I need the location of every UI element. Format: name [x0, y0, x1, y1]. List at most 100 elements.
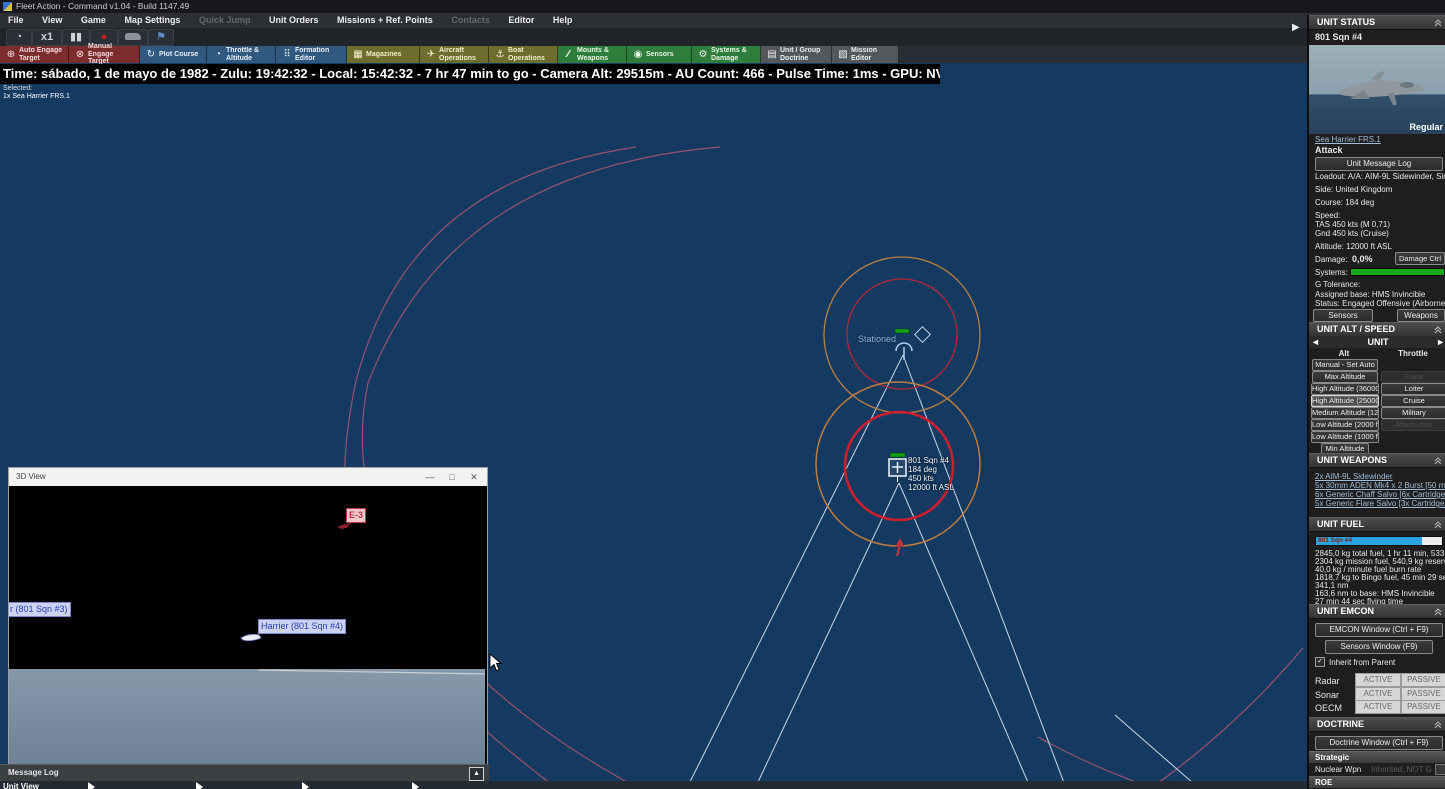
sensors-panel-button[interactable]: Sensors — [1313, 309, 1373, 322]
weapons-panel-button[interactable]: Weapons — [1397, 309, 1445, 322]
maximize-icon[interactable]: □ — [441, 468, 463, 486]
throttle-cruise-button[interactable]: Cruise — [1381, 395, 1445, 407]
menu-editor[interactable]: Editor — [500, 13, 542, 28]
plot-course-button[interactable]: ↻Plot Course — [140, 46, 207, 63]
alt-max-button[interactable]: Max Altitude — [1312, 371, 1378, 383]
weapon-item-link[interactable]: 2x AIM-9L Sidewinder — [1315, 472, 1393, 481]
sensors-button[interactable]: ◉Sensors — [627, 46, 692, 63]
fuel-gauge-label: 801 Sqn #4 — [1318, 537, 1352, 545]
3d-view-canvas[interactable]: E-3 r (801 Sqn #3) Harrier (801 Sqn #4) — [9, 486, 485, 777]
flag-icon[interactable]: ⚑ — [148, 29, 174, 46]
alt-high-25000-button[interactable]: High Altitude (25000 ft) — [1311, 395, 1379, 407]
nuclear-wpn-dropdown-button[interactable] — [1435, 764, 1445, 775]
alt-high-36000-button[interactable]: High Altitude (36000 ft) — [1311, 383, 1379, 395]
radar-active-button[interactable]: ACTIVE — [1355, 673, 1401, 687]
expand-log-icon[interactable]: ▲ — [469, 767, 484, 781]
3d-view-window[interactable]: 3D View — □ ✕ E-3 r (801 Sqn #3) Harrier… — [8, 467, 488, 780]
menu-game[interactable]: Game — [73, 13, 114, 28]
unit-course: 184 deg — [908, 465, 954, 474]
collapse-chevrons-icon[interactable] — [1434, 608, 1442, 616]
damage-ctrl-button[interactable]: Damage Ctrl — [1395, 252, 1445, 265]
oecm-active-button[interactable]: ACTIVE — [1355, 700, 1401, 714]
menu-file[interactable]: File — [0, 13, 32, 28]
fuel-gauge-bar: 801 Sqn #4 — [1315, 536, 1443, 546]
mounts-weapons-button[interactable]: ∕∕∕Mounts & Weapons — [558, 46, 627, 63]
quickbar-arrow-icon[interactable] — [412, 782, 419, 789]
unit-label-801-sqn-3[interactable]: r (801 Sqn #3) — [9, 602, 71, 617]
pause-icon[interactable]: ▮▮ — [62, 29, 90, 46]
alt-medium-12000-button[interactable]: Medium Altitude (1200 — [1311, 407, 1379, 419]
sensors-window-button[interactable]: Sensors Window (F9) — [1325, 640, 1433, 654]
collapse-chevrons-icon[interactable] — [1434, 457, 1442, 465]
quickbar-arrow-icon[interactable] — [88, 782, 95, 789]
throttle-loiter-button[interactable]: Loiter — [1381, 383, 1445, 395]
unit-alt-speed-header[interactable]: UNIT ALT / SPEED — [1309, 322, 1445, 337]
scope-left-arrow-icon[interactable]: ◄ — [1311, 336, 1320, 348]
aircraft-operations-button[interactable]: ✈Aircraft Operations — [420, 46, 489, 63]
collapse-chevrons-icon[interactable] — [1434, 521, 1442, 529]
menu-view[interactable]: View — [34, 13, 70, 28]
oecm-passive-button[interactable]: PASSIVE — [1401, 700, 1445, 714]
collapse-chevrons-icon[interactable] — [1434, 326, 1442, 334]
unit-group-doctrine-button[interactable]: ▤Unit / Group Doctrine — [761, 46, 832, 63]
minimize-icon[interactable]: — — [419, 468, 441, 486]
scope-right-arrow-icon[interactable]: ► — [1436, 336, 1445, 348]
unit-emcon-header[interactable]: UNIT EMCON — [1309, 604, 1445, 619]
message-log-bar[interactable]: Message Log ▲ — [0, 764, 489, 782]
unit-label-801-sqn-4[interactable]: Harrier (801 Sqn #4) — [258, 619, 346, 634]
app-icon — [3, 2, 12, 11]
doctrine-window-button[interactable]: Doctrine Window (Ctrl + F9) — [1315, 736, 1443, 750]
app-window: 0 1 3 4 Nautical miles Stationed 801 Sqn… — [0, 0, 1445, 789]
mission-editor-button[interactable]: ▨Mission Editor — [832, 46, 899, 63]
manual-engage-target-button[interactable]: ⊗Manual Engage Target — [69, 46, 140, 63]
inherit-from-parent-checkbox[interactable]: ✓ — [1315, 657, 1325, 667]
doctrine-header[interactable]: DOCTRINE — [1309, 717, 1445, 732]
throttle-military-button[interactable]: Military — [1381, 407, 1445, 419]
close-icon[interactable]: ✕ — [463, 468, 485, 486]
3d-view-title: 3D View — [9, 472, 46, 481]
systems-damage-button[interactable]: ⚙Systems & Damage — [692, 46, 761, 63]
sonar-active-button[interactable]: ACTIVE — [1355, 687, 1401, 701]
alt-low-1000-button[interactable]: Low Altitude (1000 ft) — [1311, 431, 1379, 443]
menu-missions-ref-points[interactable]: Missions + Ref. Points — [329, 13, 441, 28]
collapse-chevrons-icon[interactable] — [1434, 721, 1442, 729]
unit-fuel-header[interactable]: UNIT FUEL — [1309, 517, 1445, 532]
station-symbol — [895, 327, 930, 360]
station-label[interactable]: Stationed — [858, 334, 896, 344]
time-compression-clock-icon[interactable]: ◔ — [6, 29, 32, 46]
alt-manual-set-auto-button[interactable]: Manual - Set Auto — [1312, 359, 1378, 371]
menu-unit-orders[interactable]: Unit Orders — [261, 13, 327, 28]
unit-class-link[interactable]: Sea Harrier FRS.1 — [1315, 135, 1381, 144]
quickbar-arrow-icon[interactable] — [302, 782, 309, 789]
weapon-item-link[interactable]: 6x Generic Chaff Salvo [6x Cartridges] — [1315, 490, 1445, 499]
unit-weapons-header[interactable]: UNIT WEAPONS — [1309, 453, 1445, 468]
strategic-subheader[interactable]: Strategic — [1309, 751, 1445, 763]
throttle-flank-button: Flank — [1381, 371, 1445, 383]
emcon-window-button[interactable]: EMCON Window (Ctrl + F9) — [1315, 623, 1443, 637]
roe-subheader[interactable]: ROE — [1309, 776, 1445, 788]
sensors-icon: ◉ — [631, 51, 643, 59]
bearing-lines — [655, 355, 1272, 789]
quickbar-arrow-icon[interactable] — [196, 782, 203, 789]
menu-map-settings[interactable]: Map Settings — [116, 13, 188, 28]
speed-multiplier-button[interactable]: x1 — [32, 29, 62, 46]
alt-low-2000-button[interactable]: Low Altitude (2000 ft) — [1311, 419, 1379, 431]
boat-operations-button[interactable]: ⚓Boat Operations — [489, 46, 558, 63]
contact-label-e3[interactable]: E-3 — [346, 508, 366, 523]
quickbar-item-unit-view[interactable]: Unit View — [3, 782, 39, 789]
3d-view-titlebar[interactable]: 3D View — □ ✕ — [9, 468, 487, 486]
menu-help[interactable]: Help — [545, 13, 581, 28]
auto-engage-target-button[interactable]: ⊕Auto Engage Target — [0, 46, 69, 63]
radar-passive-button[interactable]: PASSIVE — [1401, 673, 1445, 687]
unit-message-log-button[interactable]: Unit Message Log — [1315, 157, 1443, 171]
sonar-passive-button[interactable]: PASSIVE — [1401, 687, 1445, 701]
unit-status-header[interactable]: UNIT STATUS — [1309, 15, 1445, 30]
weapon-item-link[interactable]: 5x Generic Flare Salvo [3x Cartridges, S… — [1315, 499, 1445, 508]
throttle-altitude-button[interactable]: ◔Throttle & Altitude — [207, 46, 276, 63]
sidebar-collapse-arrow-icon[interactable]: ▶ — [1292, 22, 1300, 33]
weapon-item-link[interactable]: 5x 30mm ADEN Mk4 x 2 Burst [50 rnds] — [1315, 481, 1445, 490]
unit-datablock[interactable]: 801 Sqn #4 184 deg 450 kts 12000 ft ASL — [908, 456, 954, 492]
collapse-chevrons-icon[interactable] — [1434, 19, 1442, 27]
formation-editor-button[interactable]: ⠿Formation Editor — [276, 46, 347, 63]
magazines-button[interactable]: ▦Magazines — [347, 46, 420, 63]
